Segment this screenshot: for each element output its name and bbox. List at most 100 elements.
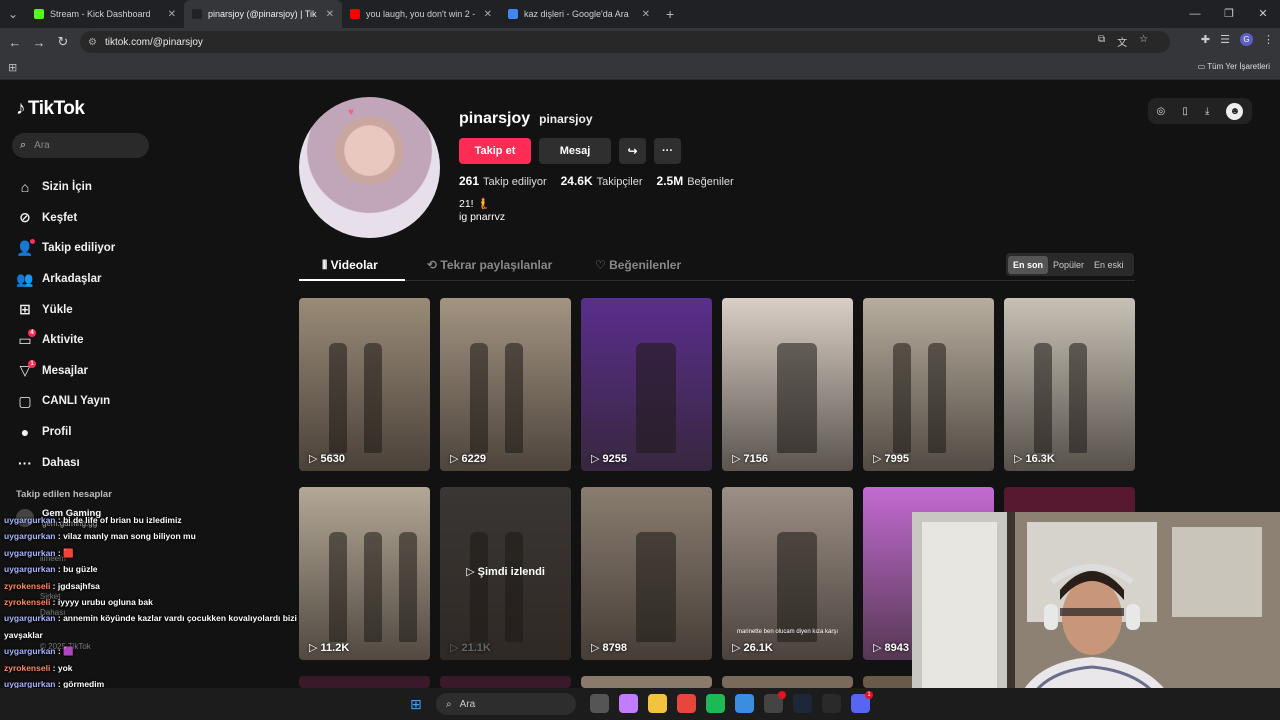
video-thumbnail[interactable] xyxy=(299,676,430,688)
translate-icon[interactable]: 文 xyxy=(1117,34,1127,49)
discord-icon[interactable]: 1 xyxy=(851,691,873,713)
close-tab-icon[interactable]: ✕ xyxy=(642,9,650,20)
stat-followers[interactable]: 24.6K Takipçiler xyxy=(561,174,643,188)
video-thumbnail[interactable]: ▷ 8798 xyxy=(581,487,712,660)
toolbar-right: ✚ ☰ G ⋮ xyxy=(1201,33,1274,46)
video-view-count: ▷ 6229 xyxy=(450,453,486,465)
sidebar-item-compass[interactable]: ⊘ Keşfet xyxy=(16,203,115,234)
file-explorer-icon[interactable] xyxy=(648,694,667,713)
search-input[interactable]: ⌕ Ara xyxy=(12,133,149,158)
sidebar-item-profile[interactable]: ● Profil xyxy=(16,417,115,448)
sidebar-item-live[interactable]: ▢ CANLI Yayın xyxy=(16,386,115,417)
device-icon[interactable]: ▯ xyxy=(1182,106,1188,117)
steam-icon[interactable] xyxy=(793,694,812,713)
apps-grid-icon[interactable]: ⊞ xyxy=(8,61,17,74)
sort-popular[interactable]: Popüler xyxy=(1048,256,1089,274)
tiktok-note-icon: ♪ xyxy=(16,98,26,119)
sidebar-item-home[interactable]: ⌂ Sizin İçin xyxy=(16,172,115,203)
sidebar-item-upload[interactable]: ⊞ Yükle xyxy=(16,294,115,325)
sidebar-item-messages[interactable]: ▽ 1 Mesajlar xyxy=(16,356,115,387)
windows-start-icon[interactable]: ⊞ xyxy=(410,696,426,712)
figure-shape xyxy=(329,532,347,642)
task-view-icon[interactable] xyxy=(590,694,609,713)
sort-oldest[interactable]: En eski xyxy=(1089,256,1129,274)
install-app-icon[interactable]: ⧉ xyxy=(1098,34,1105,49)
copilot-icon[interactable] xyxy=(619,694,638,713)
heart-icon: ♥ xyxy=(348,107,354,118)
video-thumbnail[interactable]: ▷ 6229 xyxy=(440,298,571,471)
sort-latest[interactable]: En son xyxy=(1008,255,1049,274)
video-thumbnail[interactable] xyxy=(581,676,712,688)
tab-videos[interactable]: ⦀ Videolar xyxy=(322,258,378,273)
back-button[interactable]: ← xyxy=(3,35,27,50)
sidebar-item-activity[interactable]: ▭ 4 Aktivite xyxy=(16,325,115,356)
more-options-icon[interactable]: ··· xyxy=(654,138,681,164)
search-placeholder: Ara xyxy=(34,140,50,151)
video-view-count: ▷ 9255 xyxy=(591,453,627,465)
url-bar[interactable]: ⚙ tiktok.com/@pinarsjoy xyxy=(80,31,1170,53)
minimize-button[interactable]: — xyxy=(1178,0,1212,28)
video-thumbnail[interactable]: ▷ 16.3K xyxy=(1004,298,1135,471)
tiktok-logo[interactable]: ♪ TikTok xyxy=(16,98,85,120)
tab-liked[interactable]: ♡ Beğenilenler xyxy=(595,258,681,272)
chrome-menu-icon[interactable]: ⋮ xyxy=(1263,33,1274,46)
browser-tab[interactable]: you laugh, you don't win 2 - Yo ✕ xyxy=(342,0,500,28)
tab-search-button[interactable]: ⌄ xyxy=(0,1,26,27)
sidebar-item-label: Sizin İçin xyxy=(42,181,92,194)
browser-tab[interactable]: kaz dişleri - Google'da Ara ✕ xyxy=(500,0,658,28)
taskbar-search[interactable]: ⌕ Ara xyxy=(436,693,576,715)
sidebar-item-more[interactable]: ··· Dahası xyxy=(16,447,115,478)
video-thumbnail[interactable] xyxy=(440,676,571,688)
new-tab-button[interactable]: + xyxy=(666,6,674,22)
share-icon[interactable]: ↪ xyxy=(619,138,646,164)
download-icon[interactable]: ⤓ xyxy=(1205,106,1209,117)
extensions-icon[interactable]: ✚ xyxy=(1201,33,1210,46)
video-thumbnail[interactable]: ▷ 9255 xyxy=(581,298,712,471)
video-thumbnail[interactable] xyxy=(722,676,853,688)
chat-username: zyrokenseli xyxy=(4,662,51,673)
browser-tab[interactable]: Stream - Kick Dashboard ✕ xyxy=(26,0,184,28)
profile-avatar-large[interactable]: ♥ xyxy=(299,97,440,238)
browser-tab-title: pinarsjoy (@pinarsjoy) | Tik xyxy=(208,9,317,19)
close-window-button[interactable]: ✕ xyxy=(1246,0,1280,28)
video-thumbnail[interactable]: ▷ 26.1K marinette ben olucam diyen kıza k… xyxy=(722,487,853,660)
chat-text: bi de life of brian bu izledimiz xyxy=(63,515,182,525)
video-thumbnail[interactable]: ▷ 7156 xyxy=(722,298,853,471)
browser-tab-strip: ⌄ Stream - Kick Dashboard ✕ pinarsjoy (@pi… xyxy=(0,0,1280,28)
close-tab-icon[interactable]: ✕ xyxy=(168,9,176,20)
store-icon[interactable] xyxy=(735,694,754,713)
chrome-icon[interactable] xyxy=(677,694,696,713)
reading-list-icon[interactable]: ☰ xyxy=(1220,33,1230,46)
profile-avatar[interactable]: G xyxy=(1240,33,1253,46)
spotify-icon[interactable] xyxy=(706,694,725,713)
chat-text: yavşaklar xyxy=(4,629,43,640)
all-bookmarks-button[interactable]: ▭ Tüm Yer İşaretleri xyxy=(1198,62,1270,71)
obs-icon[interactable] xyxy=(764,691,786,713)
sidebar-item-friends[interactable]: 👥 Arkadaşlar xyxy=(16,264,115,295)
epic-games-icon[interactable] xyxy=(822,694,841,713)
follow-button[interactable]: Takip et xyxy=(459,138,531,164)
user-avatar-icon[interactable]: ☻ xyxy=(1226,102,1244,120)
video-thumbnail[interactable]: ▷ 21.1K ▷ Şimdi izlendi xyxy=(440,487,571,660)
sidebar-item-following[interactable]: 👤 Takip ediliyor xyxy=(16,233,115,264)
stat-following[interactable]: 261 Takip ediliyor xyxy=(459,174,547,188)
restore-button[interactable]: ❐ xyxy=(1212,0,1246,28)
profile-nickname: pinarsjoy xyxy=(539,112,593,126)
bookmark-star-icon[interactable]: ☆ xyxy=(1139,34,1148,49)
video-thumbnail[interactable]: ▷ 11.2K xyxy=(299,487,430,660)
video-thumbnail[interactable]: ▷ 5630 xyxy=(299,298,430,471)
tiktok-logo-text: TikTok xyxy=(28,98,85,119)
message-button[interactable]: Mesaj xyxy=(539,138,611,164)
close-tab-icon[interactable]: ✕ xyxy=(484,9,492,20)
browser-tab[interactable]: pinarsjoy (@pinarsjoy) | Tik ✕ xyxy=(184,0,342,28)
browser-tab-title: Stream - Kick Dashboard xyxy=(50,9,151,19)
close-tab-icon[interactable]: ✕ xyxy=(326,9,334,20)
tab-reposts[interactable]: ⟲ Tekrar paylaşılanlar xyxy=(427,258,552,272)
site-info-icon[interactable]: ⚙ xyxy=(88,37,97,48)
reload-button[interactable]: ↻ xyxy=(51,34,75,50)
tab-favicon-icon xyxy=(34,9,44,19)
coins-icon[interactable]: ◎ xyxy=(1157,106,1166,117)
forward-button[interactable]: → xyxy=(27,35,51,50)
chat-message: yavşaklar xyxy=(4,627,304,643)
video-thumbnail[interactable]: ▷ 7995 xyxy=(863,298,994,471)
